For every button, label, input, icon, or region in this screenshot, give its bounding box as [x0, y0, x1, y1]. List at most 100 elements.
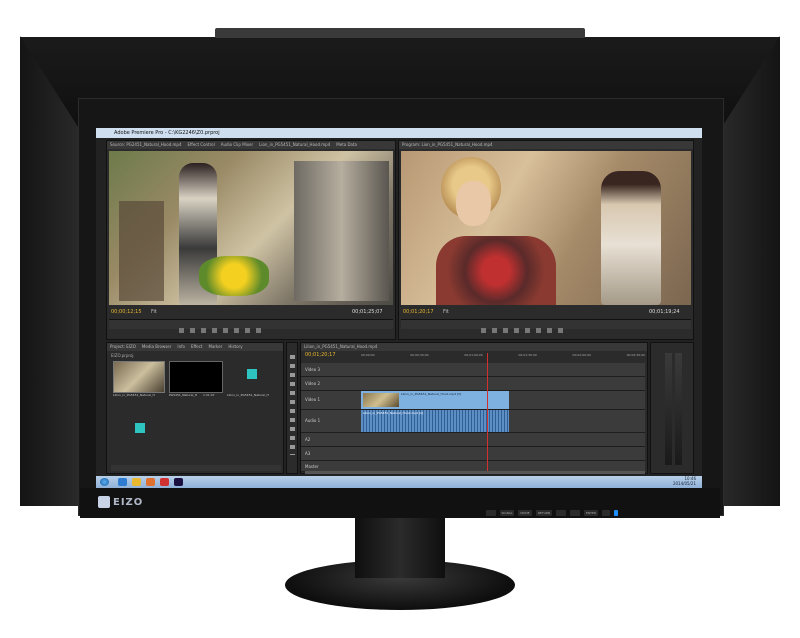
- project-item-name: PG5451_Natural_H: [169, 393, 198, 397]
- timeline-ruler[interactable]: 00;00;00 00;00;30;00 00;01;00;00 00;01;3…: [361, 353, 645, 360]
- start-button-icon[interactable]: [100, 478, 109, 486]
- tab-info[interactable]: Info: [177, 343, 185, 351]
- forward-icon[interactable]: [514, 328, 519, 333]
- power-led[interactable]: [614, 510, 618, 516]
- program-playback-controls: [401, 319, 691, 333]
- project-panel: Project: EIZO Media Browser Info Effect …: [106, 342, 284, 474]
- osd-button[interactable]: [486, 510, 496, 516]
- forward-icon[interactable]: [212, 328, 217, 333]
- explorer-icon[interactable]: [132, 478, 141, 486]
- ie-icon[interactable]: [118, 478, 127, 486]
- program-monitor-panel: Program: Lion_in_PG5451_Natural_Hood.mp4…: [398, 140, 694, 340]
- playhead[interactable]: [487, 353, 488, 471]
- tool-icons[interactable]: [290, 355, 295, 455]
- project-item-name: Lilion_in_PG5451_Natural_H: [227, 393, 269, 397]
- track-label: Video 3: [305, 367, 321, 372]
- tab-effect-control[interactable]: Effect Control: [188, 141, 215, 149]
- tab-history[interactable]: History: [228, 343, 242, 351]
- clock-date: 2014/05/21: [672, 481, 696, 486]
- tools-panel: [286, 342, 298, 474]
- project-item-thumbnail[interactable]: [169, 361, 223, 393]
- track-label: Master: [305, 464, 319, 469]
- timeline-scrollbar[interactable]: [305, 471, 645, 474]
- window-titlebar: Adobe Premiere Pro - C:\KG2246\Z0.prproj: [96, 128, 702, 138]
- tab-media-browser[interactable]: Media Browser: [142, 343, 172, 351]
- project-item-duration: 1:31:07: [203, 393, 215, 397]
- step-forward-icon[interactable]: [223, 328, 228, 333]
- export-frame-icon[interactable]: [558, 328, 563, 333]
- osd-button-input[interactable]: [602, 510, 610, 516]
- osd-button-return[interactable]: RETURN: [536, 510, 552, 516]
- lift-icon[interactable]: [536, 328, 541, 333]
- tab-sequence-source[interactable]: Lion_in_PG5451_Natural_Hood.mp4: [259, 141, 330, 149]
- play-icon[interactable]: [201, 328, 206, 333]
- track-label: Video 2: [305, 381, 321, 386]
- source-monitor-tabs: Source: PG2451_Natural_Hood.mp4 Effect C…: [107, 141, 395, 149]
- tab-meta-data[interactable]: Meta Data: [336, 141, 357, 149]
- audio-meter-right: [675, 353, 682, 465]
- ruler-tick-label: 00;02;30;00: [626, 353, 645, 357]
- source-playback-controls: [109, 319, 393, 333]
- track-a3: A3: [301, 447, 645, 461]
- program-monitor-tabs: Program: Lion_in_PG5451_Natural_Hood.mp4: [399, 141, 693, 149]
- yellow-flowers: [199, 256, 269, 296]
- program-fit-dropdown[interactable]: Fit: [443, 309, 449, 315]
- timeline-panel: Lilion_in_PG5451_Natural_Hood.mp4 00;01;…: [300, 342, 648, 474]
- tab-program[interactable]: Program: Lion_in_PG5451_Natural_Hood.mp4: [402, 141, 493, 149]
- tab-effect[interactable]: Effect: [191, 343, 203, 351]
- audio-clip-label: Lilion_in_PG5451_Natural_Hood.mp4 [A]: [363, 411, 424, 415]
- source-monitor-panel: Source: PG2451_Natural_Hood.mp4 Effect C…: [106, 140, 396, 340]
- woman-face: [456, 181, 491, 226]
- tab-source[interactable]: Source: PG2451_Natural_Hood.mp4: [110, 141, 182, 149]
- insert-icon[interactable]: [234, 328, 239, 333]
- windows-taskbar: 10:46 2014/05/21: [96, 476, 702, 488]
- track-label: A2: [305, 437, 311, 442]
- step-back-icon[interactable]: [481, 328, 486, 333]
- extract-icon[interactable]: [547, 328, 552, 333]
- osd-button-left[interactable]: [556, 510, 566, 516]
- track-v2: Video 2: [301, 377, 645, 391]
- osd-button-enter[interactable]: ENTER: [584, 510, 598, 516]
- sequence-icon[interactable]: [247, 369, 257, 379]
- overwrite-icon[interactable]: [245, 328, 250, 333]
- tab-marker[interactable]: Marker: [209, 343, 223, 351]
- brand-logo-text: EIZO: [113, 497, 144, 508]
- timeline-timecode: 00;01;20;17: [305, 352, 336, 358]
- sequence-icon[interactable]: [135, 423, 145, 433]
- step-forward-icon[interactable]: [525, 328, 530, 333]
- monitor-chin: [80, 488, 720, 518]
- premiere-icon[interactable]: [174, 478, 183, 486]
- play-icon[interactable]: [503, 328, 508, 333]
- clip-thumbnail: [363, 393, 399, 407]
- tab-project[interactable]: Project: EIZO: [110, 343, 136, 351]
- step-back-icon[interactable]: [179, 328, 184, 333]
- tab-sequence[interactable]: Lilion_in_PG5451_Natural_Hood.mp4: [304, 343, 377, 351]
- chrome-icon[interactable]: [160, 478, 169, 486]
- audio-meter-left: [665, 353, 672, 465]
- woman-figure-background: [601, 171, 661, 305]
- monitor-screen: Adobe Premiere Pro - C:\KG2246\Z0.prproj…: [96, 128, 702, 488]
- audio-meters-panel: [650, 342, 694, 474]
- media-player-icon[interactable]: [146, 478, 155, 486]
- osd-button-mode[interactable]: MODE: [518, 510, 532, 516]
- rewind-icon[interactable]: [190, 328, 195, 333]
- track-v3: Video 3: [301, 363, 645, 377]
- track-label: A3: [305, 451, 311, 456]
- rewind-icon[interactable]: [492, 328, 497, 333]
- video-clip-label: Lilion_in_PG5451_Natural_Hood.mp4 [V]: [401, 392, 462, 396]
- osd-button-right[interactable]: [570, 510, 580, 516]
- tab-audio-clip-mixer[interactable]: Audio Clip Mixer: [221, 141, 253, 149]
- osd-button-signal[interactable]: SIGNAL: [500, 510, 514, 516]
- source-timecode-duration: 00;01;25;07: [352, 309, 383, 315]
- eizo-logo-icon: [98, 496, 110, 508]
- track-a2: A2: [301, 433, 645, 447]
- ruler-tick-label: 00;01;00;00: [464, 353, 483, 357]
- taskbar-clock: 10:46 2014/05/21: [673, 476, 696, 486]
- hood-calibration-slot: [215, 28, 585, 38]
- ruler-tick-label: 00;02;00;00: [572, 353, 591, 357]
- project-item-thumbnail[interactable]: [113, 361, 165, 393]
- ruler-tick-label: 00;00;30;00: [410, 353, 429, 357]
- export-frame-icon[interactable]: [256, 328, 261, 333]
- source-fit-dropdown[interactable]: Fit: [151, 309, 157, 315]
- source-video-frame: [109, 151, 393, 305]
